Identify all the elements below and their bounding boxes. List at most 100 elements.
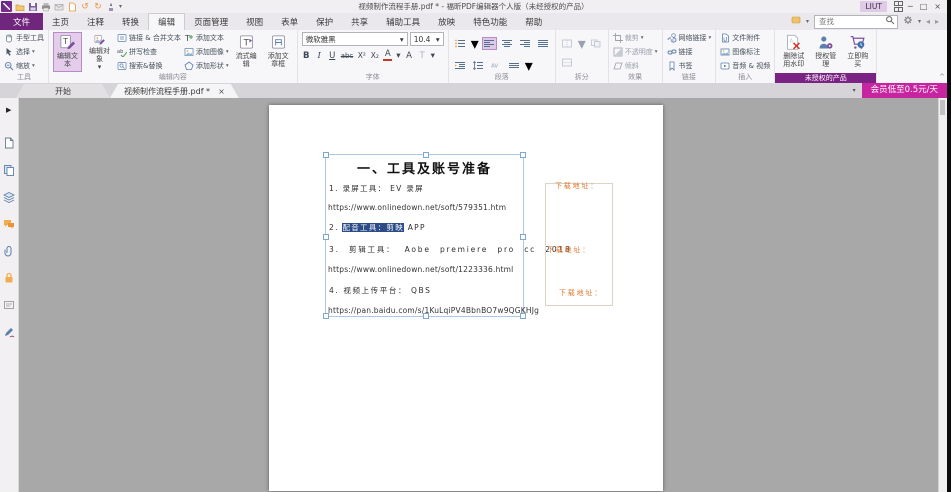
font-color-button[interactable]: A bbox=[383, 50, 393, 61]
undo-icon[interactable]: ↺ bbox=[80, 2, 90, 12]
comments-panel-icon[interactable] bbox=[3, 218, 15, 230]
link-button[interactable]: 链接 bbox=[667, 46, 712, 59]
add-image-button[interactable]: 添加图像 ▾ bbox=[184, 46, 229, 59]
tab-help[interactable]: 帮助 bbox=[516, 13, 551, 30]
attachments-panel-icon[interactable] bbox=[3, 245, 15, 257]
start-page-tab[interactable]: 开始 bbox=[16, 84, 110, 98]
tab-share[interactable]: 共享 bbox=[342, 13, 377, 30]
search-replace-button[interactable]: 搜索&替换 bbox=[117, 59, 181, 72]
web-link-button[interactable]: 网络链接 ▾ bbox=[667, 32, 712, 45]
bookmark-button[interactable]: 书签 bbox=[667, 59, 712, 72]
text-edit-bounding-box[interactable]: 一、工具及账号准备 1. 录屏工具： EV 录屏 https://www.onl… bbox=[323, 152, 570, 319]
save-icon[interactable] bbox=[28, 2, 38, 12]
character-spacing-icon[interactable]: AV bbox=[489, 59, 504, 72]
opacity-button[interactable]: 不透明度 ▾ bbox=[613, 46, 658, 59]
vertical-scrollbar[interactable] bbox=[938, 98, 947, 492]
restore-button[interactable]: □ bbox=[920, 0, 928, 13]
document-canvas[interactable]: 一、工具及账号准备 1. 录屏工具： EV 录屏 https://www.onl… bbox=[19, 98, 939, 492]
hand-tool-button[interactable]: 手型工具 bbox=[4, 32, 44, 45]
tab-home[interactable]: 主页 bbox=[43, 13, 78, 30]
underline-button[interactable]: U bbox=[328, 51, 337, 61]
align-justify-icon[interactable] bbox=[536, 37, 551, 50]
image-annotation-button[interactable]: 图像标注 bbox=[720, 46, 770, 59]
email-icon[interactable] bbox=[54, 2, 64, 12]
edit-object-caret-icon[interactable]: ▾ bbox=[98, 63, 102, 71]
split-text-icon[interactable] bbox=[560, 37, 575, 50]
license-manage-button[interactable]: 授权管理 bbox=[811, 32, 840, 72]
tab-protect[interactable]: 保护 bbox=[307, 13, 342, 30]
audio-video-button[interactable]: 音频 & 视频 bbox=[720, 59, 770, 72]
nav-back-icon[interactable]: ◂ bbox=[926, 17, 930, 26]
add-shape-button[interactable]: 添加形状 ▾ bbox=[184, 59, 229, 72]
qat-customize-caret[interactable]: ▾ bbox=[119, 3, 122, 10]
tab-present[interactable]: 放映 bbox=[429, 13, 464, 30]
tab-convert[interactable]: 转换 bbox=[113, 13, 148, 30]
pdf-page[interactable]: 一、工具及账号准备 1. 录屏工具： EV 录屏 https://www.onl… bbox=[269, 105, 663, 491]
new-document-icon[interactable] bbox=[67, 2, 77, 12]
bullet-list-icon[interactable] bbox=[453, 37, 468, 50]
file-attachment-button[interactable]: 文件附件 bbox=[720, 32, 770, 45]
security-lock-icon[interactable] bbox=[3, 272, 15, 284]
resize-handle[interactable] bbox=[520, 233, 526, 240]
merge-text-icon[interactable] bbox=[589, 37, 604, 50]
signature-panel-icon[interactable] bbox=[3, 326, 15, 338]
zoom-caret-icon[interactable]: ▾ bbox=[32, 63, 35, 69]
superscript-button[interactable]: X² bbox=[357, 51, 366, 60]
line-spacing-icon[interactable] bbox=[471, 59, 486, 72]
find-input[interactable] bbox=[816, 16, 885, 27]
download-address-text-box[interactable]: 下载地址： 下载地址： 下载地址： bbox=[545, 182, 613, 306]
align-center-icon[interactable] bbox=[500, 37, 515, 50]
zoom-tool-button[interactable]: 缩放 ▾ bbox=[4, 59, 44, 72]
italic-button[interactable]: I bbox=[315, 51, 324, 61]
quick-tool-icon[interactable] bbox=[106, 2, 116, 12]
font-color-caret-icon[interactable]: ▾ bbox=[396, 51, 400, 61]
bold-button[interactable]: B bbox=[302, 51, 311, 61]
font-family-select[interactable]: 微软雅黑 ▾ bbox=[301, 32, 408, 46]
split-box-icon[interactable] bbox=[560, 56, 575, 69]
nav-forward-icon[interactable]: ▸ bbox=[935, 17, 939, 26]
recent-search-icon[interactable] bbox=[791, 15, 801, 28]
collapse-ribbon-icon[interactable]: ^ bbox=[939, 73, 945, 81]
web-link-caret-icon[interactable]: ▾ bbox=[709, 35, 712, 41]
character-tracking-button[interactable]: A bbox=[405, 51, 414, 61]
tab-edit[interactable]: 编辑 bbox=[148, 13, 186, 31]
print-icon[interactable] bbox=[41, 2, 51, 12]
tab-features[interactable]: 特色功能 bbox=[464, 13, 516, 30]
strikethrough-button[interactable]: abc bbox=[341, 52, 354, 60]
remove-trial-watermark-button[interactable]: A 删除试用水印 bbox=[779, 32, 808, 72]
vertical-scale-button[interactable]: T bbox=[418, 51, 427, 61]
page-thumbnails-icon[interactable] bbox=[3, 164, 15, 176]
add-article-box-button[interactable]: 添加文章框 bbox=[264, 32, 293, 72]
tab-list-caret-icon[interactable]: ▾ bbox=[853, 87, 856, 94]
redo-icon[interactable]: ↻ bbox=[93, 2, 103, 12]
bookmarks-panel-icon[interactable] bbox=[3, 137, 15, 149]
crop-button[interactable]: 裁剪 ▾ bbox=[612, 32, 658, 45]
tab-form[interactable]: 表单 bbox=[272, 13, 307, 30]
layers-panel-icon[interactable] bbox=[3, 191, 15, 203]
close-button[interactable]: × bbox=[934, 0, 941, 13]
subscript-button[interactable]: X₂ bbox=[370, 51, 379, 60]
vertical-scale-caret-icon[interactable]: ▾ bbox=[431, 51, 435, 61]
font-size-select[interactable]: 10.4 ▾ bbox=[409, 32, 444, 46]
search-icon[interactable] bbox=[885, 15, 895, 28]
minimize-button[interactable]: ─ bbox=[908, 0, 913, 13]
layout-switch-icon[interactable] bbox=[893, 1, 903, 12]
tab-accessibility[interactable]: 辅助工具 bbox=[377, 13, 429, 30]
align-right-icon[interactable] bbox=[518, 37, 533, 50]
membership-promo-banner[interactable]: 会员低至0.5元/天 bbox=[861, 83, 947, 98]
add-shape-caret-icon[interactable]: ▾ bbox=[226, 63, 229, 69]
tab-page-manage[interactable]: 页面管理 bbox=[185, 13, 237, 30]
crop-caret-icon[interactable]: ▾ bbox=[641, 35, 644, 41]
document-tab[interactable]: 视频制作流程手册.pdf * × bbox=[110, 84, 239, 98]
indent-icon[interactable] bbox=[453, 59, 468, 72]
spell-check-button[interactable]: ab 拼写检查 bbox=[117, 46, 181, 59]
edit-text-button[interactable]: T 编辑文本 bbox=[53, 32, 82, 72]
skew-button[interactable]: 倾斜 bbox=[613, 59, 658, 72]
edit-object-button[interactable]: 编辑对象 ▾ bbox=[85, 32, 114, 72]
select-caret-icon[interactable]: ▾ bbox=[32, 49, 35, 55]
form-fields-panel-icon[interactable] bbox=[3, 299, 15, 311]
scrollbar-thumb[interactable] bbox=[940, 100, 945, 115]
add-text-button[interactable]: T 添加文本 bbox=[184, 32, 229, 45]
tab-file[interactable]: 文件 bbox=[0, 13, 44, 30]
panel-expand-icon[interactable]: ▶ bbox=[6, 106, 11, 114]
